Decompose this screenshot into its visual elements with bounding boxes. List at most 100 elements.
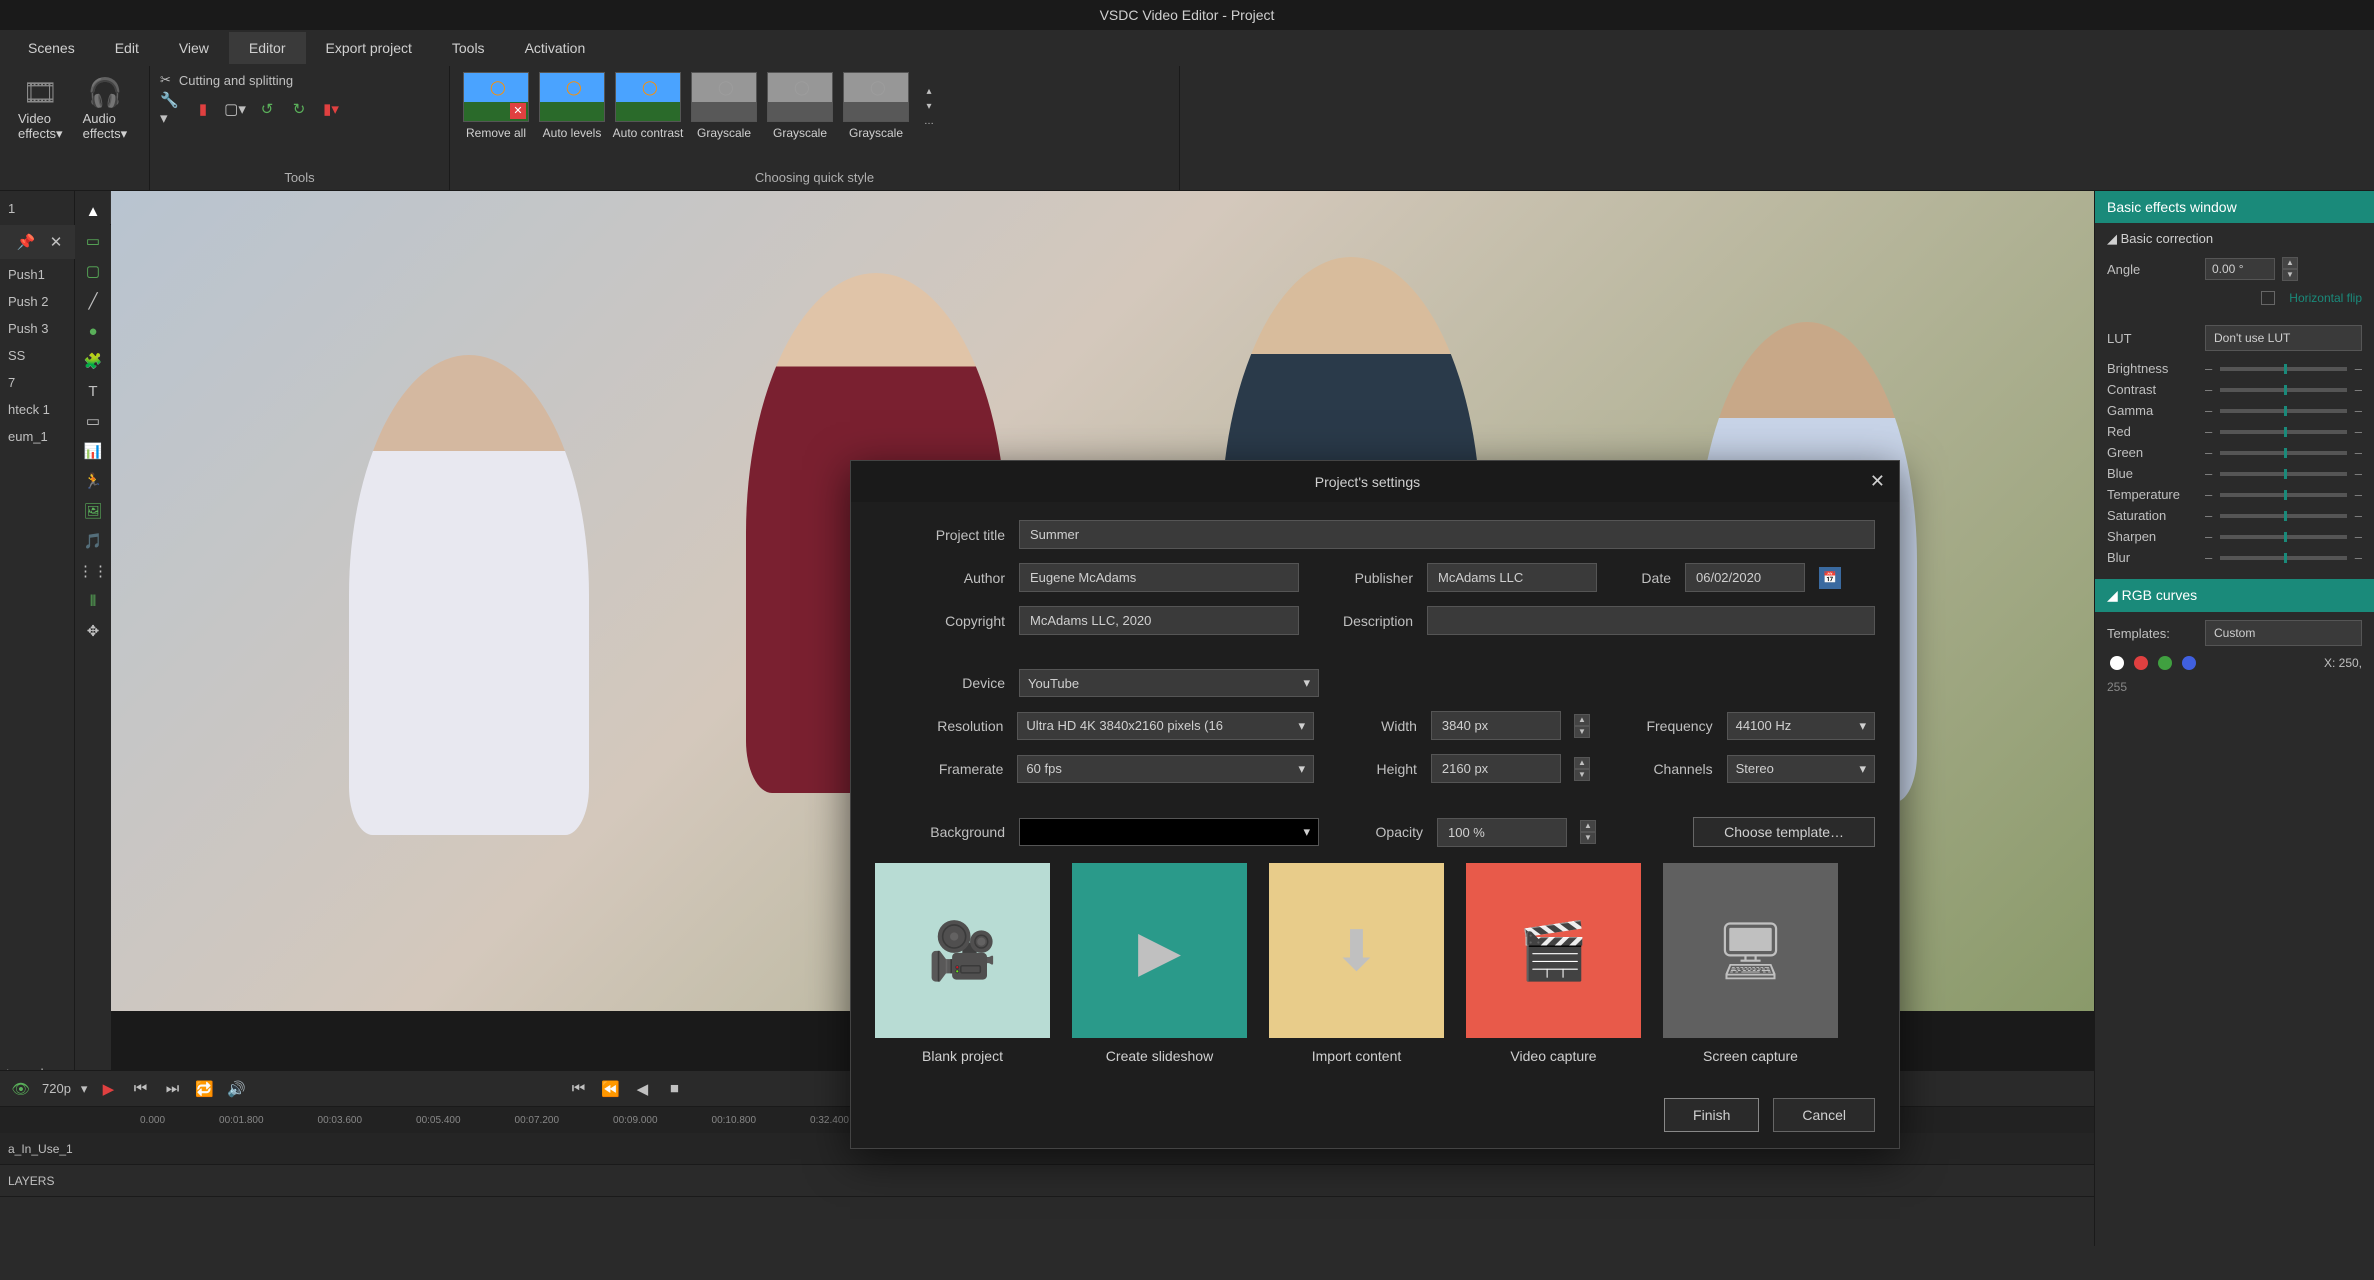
text-icon[interactable]: T	[81, 379, 105, 403]
tl-stop-icon[interactable]: ■	[663, 1078, 685, 1100]
curve-red-icon[interactable]	[2134, 656, 2148, 670]
slider-saturation[interactable]: Saturation––	[2107, 508, 2362, 523]
menu-scenes[interactable]: Scenes	[8, 32, 95, 64]
quick-style-5[interactable]: Grayscale	[840, 72, 912, 140]
effects-icon[interactable]: ⋮⋮	[81, 559, 105, 583]
scene-item-7[interactable]: 7	[4, 369, 70, 396]
curve-blue-icon[interactable]	[2182, 656, 2196, 670]
chart-icon[interactable]: 📊	[81, 439, 105, 463]
slider-brightness[interactable]: Brightness––	[2107, 361, 2362, 376]
publisher-input[interactable]	[1427, 563, 1597, 592]
background-select[interactable]: ▾	[1019, 818, 1319, 846]
slider-gamma[interactable]: Gamma––	[2107, 403, 2362, 418]
pin-icon[interactable]: 📌	[15, 231, 37, 253]
image-icon[interactable]: 🖼	[81, 499, 105, 523]
scene-item-0[interactable]: 1	[4, 195, 70, 222]
framerate-select[interactable]: 60 fps▾	[1017, 755, 1314, 783]
menu-activation[interactable]: Activation	[505, 32, 606, 64]
marker-icon[interactable]: ▮▾	[320, 98, 342, 120]
close-icon[interactable]: ✕	[1870, 471, 1885, 492]
menu-editor[interactable]: Editor	[229, 32, 306, 64]
eye-icon[interactable]: 👁	[10, 1078, 32, 1100]
template-blank-project[interactable]: 🎥Blank project	[875, 863, 1050, 1064]
slider-green[interactable]: Green––	[2107, 445, 2362, 460]
layers-label[interactable]: LAYERS	[0, 1165, 2094, 1197]
template-create-slideshow[interactable]: ▶Create slideshow	[1072, 863, 1247, 1064]
author-input[interactable]	[1019, 563, 1299, 592]
width-input[interactable]	[1431, 711, 1561, 740]
audio-effects-button[interactable]: 🎧 Audioeffects▾	[75, 72, 136, 146]
calendar-icon[interactable]: 📅	[1819, 567, 1841, 589]
copyright-input[interactable]	[1019, 606, 1299, 635]
crop-icon[interactable]: ▢▾	[224, 98, 246, 120]
template-video-capture[interactable]: 🎬Video capture	[1466, 863, 1641, 1064]
timeline-resolution[interactable]: 720p	[42, 1081, 71, 1096]
rotate-ccw-icon[interactable]: ↺	[256, 98, 278, 120]
square-icon[interactable]: ▢	[81, 259, 105, 283]
menu-tools[interactable]: Tools	[432, 32, 505, 64]
slider-red[interactable]: Red––	[2107, 424, 2362, 439]
slider-sharpen[interactable]: Sharpen––	[2107, 529, 2362, 544]
tl-start-icon[interactable]: ⏮	[567, 1078, 589, 1100]
play-icon[interactable]: ▶	[97, 1078, 119, 1100]
rectangle-icon[interactable]: ▭	[81, 229, 105, 253]
description-input[interactable]	[1427, 606, 1875, 635]
video-effects-button[interactable]: 🎞 Videoeffects▾	[10, 72, 71, 146]
close-panel-icon[interactable]: ✕	[45, 231, 67, 253]
menu-view[interactable]: View	[159, 32, 229, 64]
person-icon[interactable]: 🏃	[81, 469, 105, 493]
angle-spinner[interactable]: ▲▼	[2282, 257, 2298, 281]
audio-icon[interactable]: 🎵	[81, 529, 105, 553]
template-screen-capture[interactable]: 🖥Screen capture	[1663, 863, 1838, 1064]
quick-style-more[interactable]: ▾	[920, 101, 938, 112]
menu-edit[interactable]: Edit	[95, 32, 159, 64]
quick-style-0[interactable]: ✕Remove all	[460, 72, 532, 140]
scene-item-9[interactable]: eum_1	[4, 423, 70, 450]
puzzle-icon[interactable]: 🧩	[81, 349, 105, 373]
quick-style-more[interactable]: ▴	[920, 86, 938, 97]
height-spinner[interactable]: ▲▼	[1574, 757, 1590, 781]
opacity-input[interactable]	[1437, 818, 1567, 847]
slider-blur[interactable]: Blur––	[2107, 550, 2362, 565]
quick-style-more[interactable]: …	[920, 116, 938, 127]
template-import-content[interactable]: ⬇Import content	[1269, 863, 1444, 1064]
hflip-checkbox[interactable]	[2261, 291, 2275, 305]
frequency-select[interactable]: 44100 Hz▾	[1727, 712, 1875, 740]
device-select[interactable]: YouTube▾	[1019, 669, 1319, 697]
curve-green-icon[interactable]	[2158, 656, 2172, 670]
quick-style-3[interactable]: Grayscale	[688, 72, 760, 140]
channels-select[interactable]: Stereo▾	[1727, 755, 1875, 783]
height-input[interactable]	[1431, 754, 1561, 783]
curve-rgb-icon[interactable]	[2110, 656, 2124, 670]
basic-correction-section[interactable]: ◢ Basic correction	[2107, 231, 2362, 247]
rotate-cw-icon[interactable]: ↻	[288, 98, 310, 120]
slider-blue[interactable]: Blue––	[2107, 466, 2362, 481]
scene-item-4[interactable]: Push 2	[4, 288, 70, 315]
equalizer-icon[interactable]: ⫴	[81, 589, 105, 613]
curves-template-select[interactable]: Custom	[2205, 620, 2362, 646]
cancel-button[interactable]: Cancel	[1773, 1098, 1875, 1132]
volume-icon[interactable]: 🔊	[225, 1078, 247, 1100]
loop-icon[interactable]: 🔁	[193, 1078, 215, 1100]
resolution-select[interactable]: Ultra HD 4K 3840x2160 pixels (16▾	[1017, 712, 1314, 740]
opacity-spinner[interactable]: ▲▼	[1580, 820, 1596, 844]
pointer-icon[interactable]: ▲	[81, 199, 105, 223]
wrench-icon[interactable]: 🔧▾	[160, 98, 182, 120]
rgb-curves-header[interactable]: ◢ RGB curves	[2095, 579, 2374, 612]
quick-style-4[interactable]: Grayscale	[764, 72, 836, 140]
step-fwd-icon[interactable]: ⏭	[161, 1078, 183, 1100]
step-back-icon[interactable]: ⏮	[129, 1078, 151, 1100]
scene-item-8[interactable]: hteck 1	[4, 396, 70, 423]
line-icon[interactable]: ╱	[81, 289, 105, 313]
slider-temperature[interactable]: Temperature––	[2107, 487, 2362, 502]
tl-rewind-icon[interactable]: ⏪	[599, 1078, 621, 1100]
move-tool-icon[interactable]: ✥	[81, 619, 105, 643]
menu-export-project[interactable]: Export project	[306, 32, 432, 64]
project-title-input[interactable]	[1019, 520, 1875, 549]
tl-prev-icon[interactable]: ◀	[631, 1078, 653, 1100]
width-spinner[interactable]: ▲▼	[1574, 714, 1590, 738]
cutting-splitting-button[interactable]: ✂ Cutting and splitting	[160, 72, 439, 88]
slider-contrast[interactable]: Contrast––	[2107, 382, 2362, 397]
choose-template-button[interactable]: Choose template…	[1693, 817, 1875, 847]
marker-red-icon[interactable]: ▮	[192, 98, 214, 120]
